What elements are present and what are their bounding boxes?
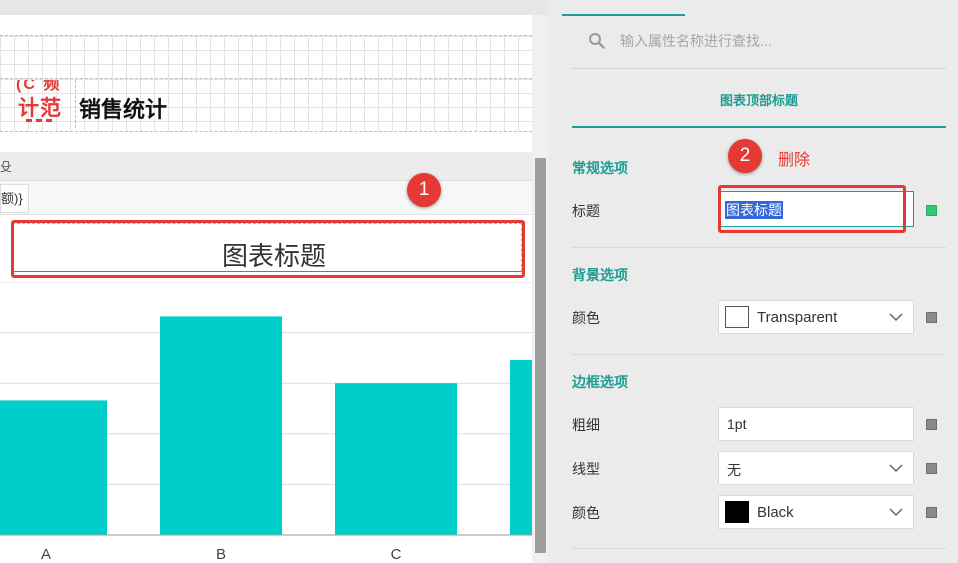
report-title[interactable]: 销售统计 <box>79 92 167 124</box>
bg-color-value: Transparent <box>757 309 838 326</box>
x-tick-label: B <box>216 546 226 563</box>
panel-divider <box>572 68 946 69</box>
border-color-value: Black <box>757 504 794 521</box>
tab-chart-top-title[interactable]: 图表顶部标题 <box>572 78 946 128</box>
border-width-input[interactable]: 1pt <box>718 407 914 441</box>
border-style-label: 线型 <box>572 461 600 477</box>
border-style-value: 无 <box>727 462 741 478</box>
x-tick-label: A <box>41 546 51 563</box>
chart-bar[interactable] <box>160 316 282 535</box>
step-badge-2-label: 2 <box>739 145 751 166</box>
highlight-box-title-input <box>718 185 906 233</box>
section-border-title: 边框选项 <box>572 374 628 390</box>
report-design-canvas[interactable]: (C 频 计范 销售统计 殳 额)} 图表标题 ABC 1 <box>0 0 548 563</box>
x-tick-label: C <box>391 546 402 563</box>
section-general-title: 常规选项 <box>572 160 628 176</box>
border-width-label: 粗细 <box>572 417 600 433</box>
title-indicator[interactable] <box>926 205 937 216</box>
chart-bar[interactable] <box>510 359 532 535</box>
chevron-down-icon <box>889 313 903 322</box>
bg-color-select[interactable]: Transparent <box>718 300 914 334</box>
step-badge-1-label: 1 <box>418 179 430 200</box>
border-color-indicator[interactable] <box>926 507 937 518</box>
band-label: 殳 <box>0 160 13 174</box>
logo-text-top: (C 频 <box>16 80 62 93</box>
section-background-title: 背景选项 <box>572 267 628 283</box>
border-color-label: 颜色 <box>572 505 600 521</box>
search-icon <box>589 33 605 49</box>
company-logo: (C 频 计范 <box>16 80 74 128</box>
title-label: 标题 <box>572 203 600 219</box>
logo-underline <box>26 119 52 122</box>
canvas-grid <box>0 35 532 78</box>
logo-cell[interactable]: (C 频 计范 <box>4 80 76 128</box>
canvas-scrollbar-thumb[interactable] <box>535 158 546 553</box>
section-separator <box>572 354 946 355</box>
border-style-select[interactable]: 无 <box>718 451 914 485</box>
chevron-down-icon <box>889 464 903 473</box>
bar-chart[interactable]: A B C <box>0 282 532 563</box>
field-expression-cell[interactable]: 额)} <box>0 184 29 213</box>
detail-band-header[interactable] <box>0 152 532 181</box>
section-separator <box>572 548 946 549</box>
chart-bar[interactable] <box>0 400 107 535</box>
field-row <box>0 181 532 215</box>
bg-color-indicator[interactable] <box>926 312 937 323</box>
border-width-value: 1pt <box>727 416 747 432</box>
bg-color-label: 颜色 <box>572 310 600 326</box>
step-badge-2: 2 <box>728 139 762 173</box>
panel-top-tab[interactable] <box>562 0 685 16</box>
highlight-box-chart-title <box>11 220 525 278</box>
property-search-input[interactable] <box>616 26 944 56</box>
section-separator <box>572 247 946 248</box>
border-color-swatch <box>725 501 749 523</box>
border-color-select[interactable]: Black <box>718 495 914 529</box>
chevron-down-icon <box>889 508 903 517</box>
chart-bar[interactable] <box>335 383 457 535</box>
bg-color-swatch <box>725 306 749 328</box>
border-style-indicator[interactable] <box>926 463 937 474</box>
logo-text-main: 计范 <box>18 97 62 120</box>
step-badge-1: 1 <box>407 173 441 207</box>
delete-annotation: 删除 <box>778 152 811 169</box>
border-width-indicator[interactable] <box>926 419 937 430</box>
canvas-top-strip <box>0 0 548 15</box>
